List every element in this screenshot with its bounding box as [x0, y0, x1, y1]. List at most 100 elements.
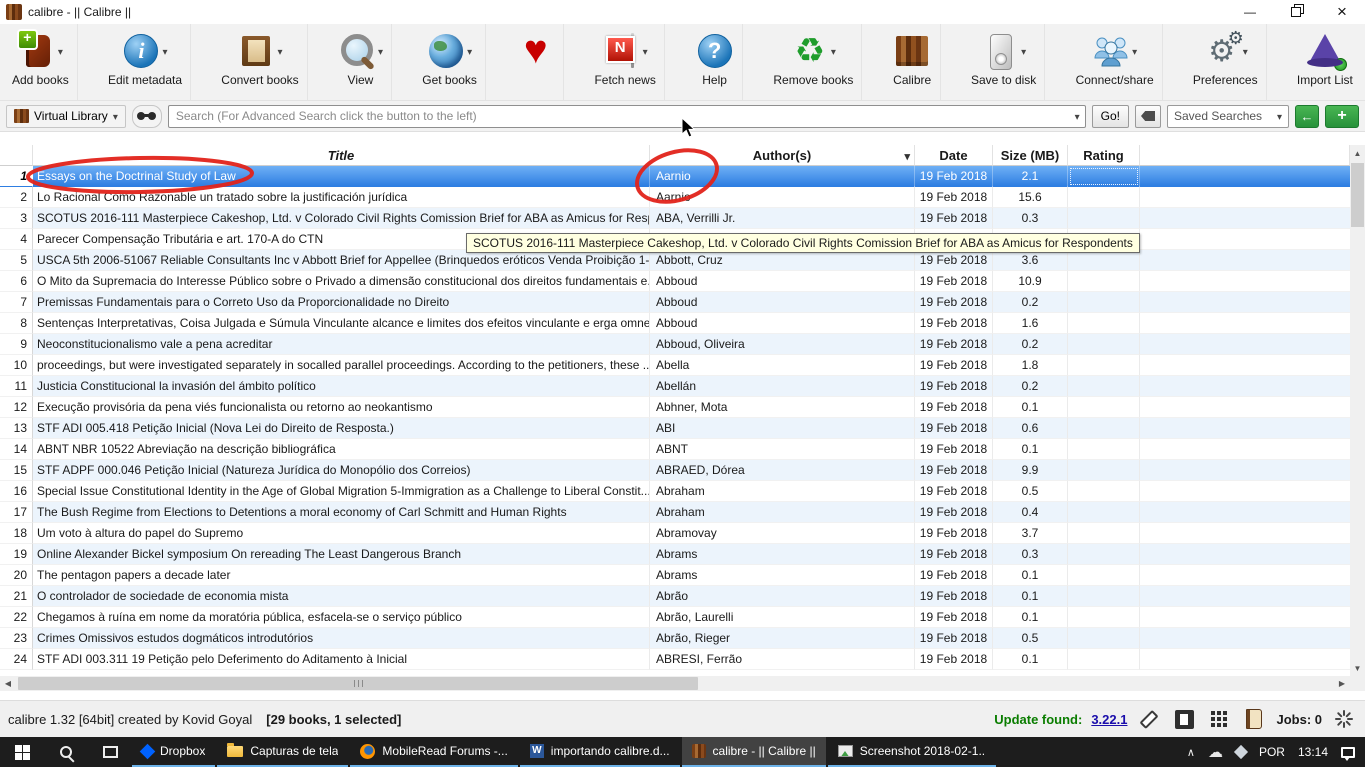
date-cell[interactable]: 19 Feb 2018 — [915, 481, 993, 502]
save-search-button[interactable] — [1325, 104, 1359, 128]
go-button[interactable]: Go! — [1091, 104, 1129, 128]
search-input[interactable] — [167, 104, 1086, 128]
table-row[interactable]: 8 Sentenças Interpretativas, Coisa Julga… — [0, 313, 1350, 334]
copy-search-button[interactable] — [1295, 104, 1319, 128]
title-cell[interactable]: Sentenças Interpretativas, Coisa Julgada… — [33, 313, 650, 334]
date-cell[interactable]: 19 Feb 2018 — [915, 607, 993, 628]
author-cell[interactable]: Abboud, Oliveira — [650, 334, 915, 355]
clock[interactable]: 13:14 — [1298, 745, 1328, 759]
column-header-title[interactable]: Title — [33, 145, 650, 166]
size-cell[interactable]: 1.8 — [993, 355, 1068, 376]
title-cell[interactable]: STF ADI 005.418 Petição Inicial (Nova Le… — [33, 418, 650, 439]
date-cell[interactable]: 19 Feb 2018 — [915, 292, 993, 313]
horizontal-scroll-track[interactable] — [16, 676, 1334, 691]
scroll-left-icon[interactable] — [0, 676, 16, 691]
taskbar-app-folder[interactable]: Capturas de tela — [217, 737, 349, 767]
table-row[interactable]: 10 proceedings, but were investigated se… — [0, 355, 1350, 376]
toolbar-add-books[interactable]: Add books — [4, 24, 78, 100]
chevron-down-icon[interactable] — [162, 44, 167, 58]
date-cell[interactable]: 19 Feb 2018 — [915, 271, 993, 292]
rating-cell[interactable] — [1068, 418, 1140, 439]
author-cell[interactable]: Aarnio — [650, 166, 915, 187]
title-cell[interactable]: The Bush Regime from Elections to Detent… — [33, 502, 650, 523]
cloud-icon[interactable] — [1208, 743, 1223, 761]
size-cell[interactable]: 0.3 — [993, 208, 1068, 229]
size-cell[interactable]: 9.9 — [993, 460, 1068, 481]
tray-expand-icon[interactable] — [1187, 745, 1195, 759]
table-row[interactable]: 24 STF ADI 003.311 19 Petição pelo Defer… — [0, 649, 1350, 670]
toolbar-import-list[interactable]: Import List — [1289, 24, 1361, 100]
table-row[interactable]: 2 Lo Racional Como Razonable un tratado … — [0, 187, 1350, 208]
title-cell[interactable]: O Mito da Supremacia do Interesse Públic… — [33, 271, 650, 292]
taskbar-search-button[interactable] — [44, 737, 88, 767]
title-cell[interactable]: SCOTUS 2016-111 Masterpiece Cakeshop, Lt… — [33, 208, 650, 229]
table-row[interactable]: 7 Premissas Fundamentais para o Correto … — [0, 292, 1350, 313]
size-cell[interactable]: 10.9 — [993, 271, 1068, 292]
minimize-button[interactable] — [1227, 0, 1273, 24]
table-row[interactable]: 20 The pentagon papers a decade later Ab… — [0, 565, 1350, 586]
table-row[interactable]: 21 O controlador de sociedade de economi… — [0, 586, 1350, 607]
author-cell[interactable]: Abrão, Laurelli — [650, 607, 915, 628]
start-button[interactable] — [0, 737, 44, 767]
toolbar-help[interactable]: Help — [687, 24, 744, 100]
horizontal-scroll-thumb[interactable] — [18, 677, 698, 690]
rating-cell[interactable] — [1068, 271, 1140, 292]
title-cell[interactable]: Crimes Omissivos estudos dogmáticos intr… — [33, 628, 650, 649]
table-row[interactable]: 11 Justicia Constitucional la invasión d… — [0, 376, 1350, 397]
scroll-right-icon[interactable] — [1334, 676, 1350, 691]
rating-cell[interactable] — [1068, 586, 1140, 607]
rating-cell[interactable] — [1068, 313, 1140, 334]
table-row[interactable]: 6 O Mito da Supremacia do Interesse Públ… — [0, 271, 1350, 292]
title-cell[interactable]: Execução provisória da pena viés funcion… — [33, 397, 650, 418]
toolbar-view[interactable]: View — [330, 24, 392, 100]
size-cell[interactable]: 0.6 — [993, 418, 1068, 439]
toolbar-convert-books[interactable]: Convert books — [213, 24, 308, 100]
date-cell[interactable]: 19 Feb 2018 — [915, 376, 993, 397]
size-cell[interactable]: 3.7 — [993, 523, 1068, 544]
book-details-button[interactable] — [1241, 706, 1267, 732]
virtual-library-button[interactable]: Virtual Library — [6, 104, 126, 128]
taskbar-app-screenshot[interactable]: Screenshot 2018-02-1... — [827, 737, 996, 767]
table-row[interactable]: 17 The Bush Regime from Elections to Det… — [0, 502, 1350, 523]
rating-cell[interactable] — [1068, 460, 1140, 481]
title-cell[interactable]: Essays on the Doctrinal Study of Law — [33, 166, 650, 187]
search-dropdown-icon[interactable] — [1075, 109, 1080, 123]
size-cell[interactable]: 0.1 — [993, 586, 1068, 607]
clear-search-button[interactable] — [1135, 104, 1161, 128]
scroll-down-icon[interactable] — [1350, 660, 1365, 676]
date-cell[interactable]: 19 Feb 2018 — [915, 418, 993, 439]
scroll-up-icon[interactable] — [1350, 145, 1365, 161]
chevron-down-icon[interactable] — [643, 44, 648, 58]
author-cell[interactable]: ABRESI, Ferrão — [650, 649, 915, 670]
size-cell[interactable]: 2.1 — [993, 166, 1068, 187]
chevron-down-icon[interactable] — [1132, 44, 1137, 58]
column-header-size[interactable]: Size (MB) — [993, 145, 1068, 166]
size-cell[interactable]: 0.5 — [993, 628, 1068, 649]
title-cell[interactable]: STF ADPF 000.046 Petição Inicial (Nature… — [33, 460, 650, 481]
size-cell[interactable]: 0.1 — [993, 565, 1068, 586]
sort-arrow-icon[interactable] — [904, 145, 910, 165]
taskbar-app-dropbox[interactable]: Dropbox — [132, 737, 216, 767]
date-cell[interactable]: 19 Feb 2018 — [915, 397, 993, 418]
title-cell[interactable]: USCA 5th 2006-51067 Reliable Consultants… — [33, 250, 650, 271]
table-row[interactable]: 18 Um voto à altura do papel do Supremo … — [0, 523, 1350, 544]
toolbar-save-to-disk[interactable]: Save to disk — [963, 24, 1046, 100]
date-cell[interactable]: 19 Feb 2018 — [915, 208, 993, 229]
date-cell[interactable]: 19 Feb 2018 — [915, 460, 993, 481]
author-cell[interactable]: Abramovay — [650, 523, 915, 544]
title-cell[interactable]: ABNT NBR 10522 Abreviação na descrição b… — [33, 439, 650, 460]
table-row[interactable]: 12 Execução provisória da pena viés func… — [0, 397, 1350, 418]
column-header-author[interactable]: Author(s) — [650, 145, 915, 166]
chevron-down-icon[interactable] — [277, 44, 282, 58]
title-cell[interactable]: Special Issue Constitutional Identity in… — [33, 481, 650, 502]
rating-cell[interactable] — [1068, 292, 1140, 313]
rating-cell[interactable] — [1068, 649, 1140, 670]
rating-cell[interactable] — [1068, 187, 1140, 208]
title-cell[interactable]: Chegamos à ruína em nome da moratória pú… — [33, 607, 650, 628]
date-cell[interactable]: 19 Feb 2018 — [915, 544, 993, 565]
author-cell[interactable]: Abboud — [650, 292, 915, 313]
date-cell[interactable]: 19 Feb 2018 — [915, 313, 993, 334]
size-cell[interactable]: 0.1 — [993, 397, 1068, 418]
cover-view-button[interactable] — [1171, 706, 1197, 732]
rating-cell[interactable] — [1068, 544, 1140, 565]
